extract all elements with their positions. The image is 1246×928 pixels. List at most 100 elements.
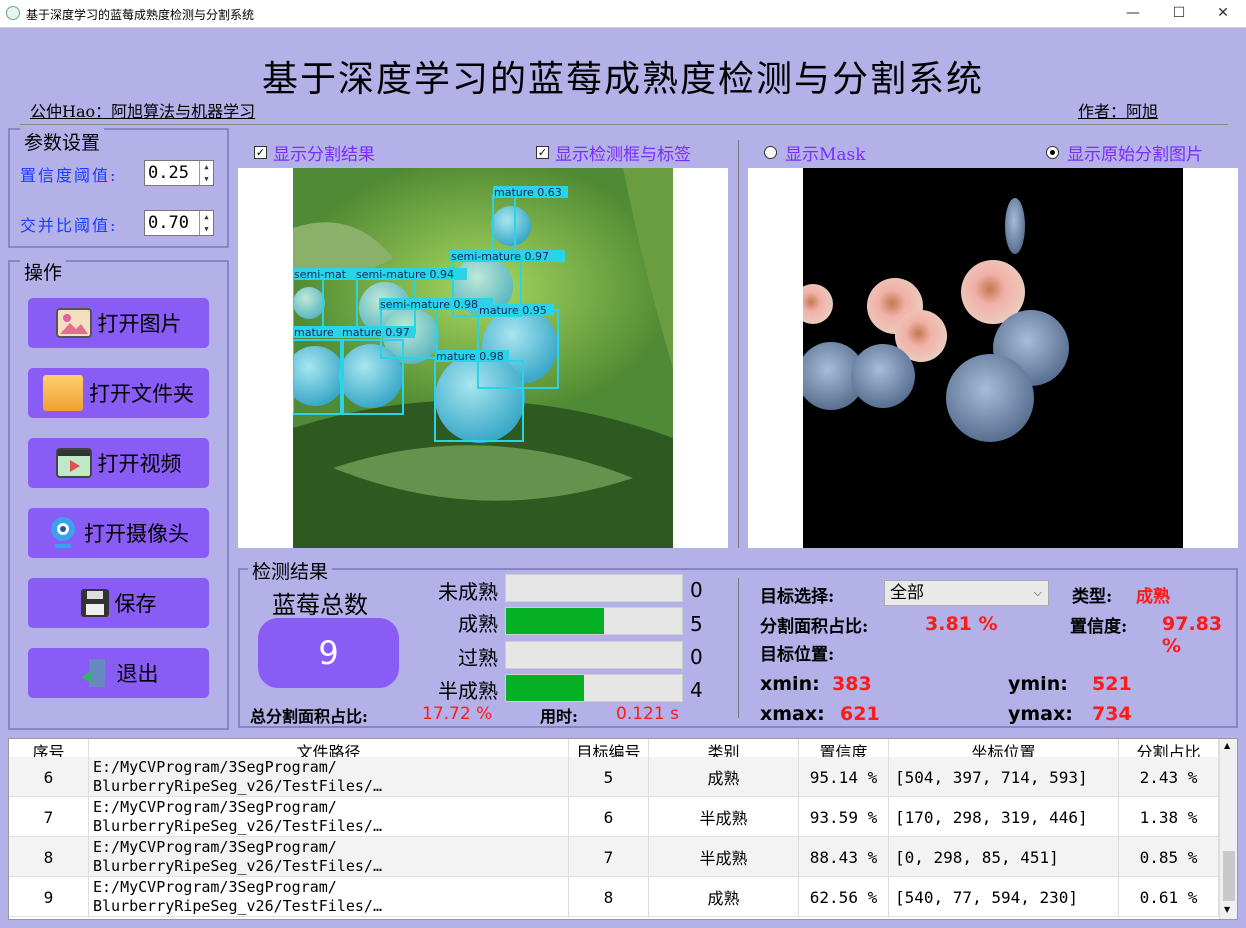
cell-confidence[interactable]: 62.56 % <box>799 877 889 917</box>
cell-index[interactable]: 6 <box>9 757 89 797</box>
open-video-label: 打开视频 <box>97 452 182 476</box>
bar-fill-ripe <box>506 608 604 634</box>
bar-overripe <box>505 641 683 669</box>
close-button[interactable]: ✕ <box>1200 0 1246 28</box>
cell-path[interactable]: E:/MyCVProgram/3SegProgram/ BlurberryRip… <box>89 877 569 917</box>
cell-coord[interactable]: [540, 77, 594, 230] <box>889 877 1119 917</box>
save-button[interactable]: 保存 <box>28 578 209 628</box>
position-label: 目标位置: <box>760 645 835 665</box>
cell-index[interactable]: 8 <box>9 837 89 877</box>
cell-target[interactable]: 6 <box>569 797 649 837</box>
ymax-value: 734 <box>1092 703 1132 725</box>
cell-target[interactable]: 7 <box>569 837 649 877</box>
cell-confidence[interactable]: 88.43 % <box>799 837 889 877</box>
bar-ripe <box>505 607 683 635</box>
spin-down-icon[interactable]: ▼ <box>200 223 213 235</box>
open-folder-button[interactable]: 打开文件夹 <box>28 368 209 418</box>
table-row[interactable]: 9 E:/MyCVProgram/3SegProgram/ BlurberryRi… <box>9 877 1219 917</box>
cell-confidence[interactable]: 95.14 % <box>799 757 889 797</box>
checkbox-checked-icon[interactable]: ✓ <box>536 146 549 159</box>
cell-ratio[interactable]: 0.61 % <box>1119 877 1219 917</box>
open-video-button[interactable]: 打开视频 <box>28 438 209 488</box>
cell-coord[interactable]: [170, 298, 319, 446] <box>889 797 1119 837</box>
open-camera-button[interactable]: 打开摄像头 <box>28 508 209 558</box>
table-scrollbar[interactable]: ▲ ▼ <box>1219 739 1237 919</box>
xmin-label: xmin: <box>760 673 820 695</box>
exit-icon <box>79 657 111 689</box>
cell-coord[interactable]: [504, 397, 714, 593] <box>889 757 1119 797</box>
cell-class[interactable]: 成熟 <box>649 757 799 797</box>
confidence-value: 0.25 <box>148 163 189 183</box>
cell-path[interactable]: E:/MyCVProgram/3SegProgram/ BlurberryRip… <box>89 837 569 877</box>
table-row[interactable]: 7 E:/MyCVProgram/3SegProgram/ BlurberryRi… <box>9 797 1219 837</box>
cell-ratio[interactable]: 2.43 % <box>1119 757 1219 797</box>
confidence-spin-arrows[interactable]: ▲ ▼ <box>199 161 213 185</box>
minimize-button[interactable]: — <box>1110 0 1156 28</box>
spin-down-icon[interactable]: ▼ <box>200 173 213 185</box>
exit-button[interactable]: 退出 <box>28 648 209 698</box>
checkbox-checked-icon[interactable]: ✓ <box>254 146 267 159</box>
iou-value: 0.70 <box>148 213 189 233</box>
maximize-button[interactable]: ☐ <box>1156 0 1202 28</box>
cell-confidence[interactable]: 93.59 % <box>799 797 889 837</box>
cell-target[interactable]: 8 <box>569 877 649 917</box>
bar-count-unripe: 0 <box>690 578 703 602</box>
type-label: 类型: <box>1072 587 1113 607</box>
segmentation-image-panel <box>748 168 1238 548</box>
results-divider <box>738 578 739 718</box>
open-folder-label: 打开文件夹 <box>89 382 194 406</box>
detection-label: semi-mat <box>294 268 347 281</box>
show-orig-seg-radio[interactable]: 显示原始分割图片 <box>1046 140 1203 165</box>
scroll-down-icon[interactable]: ▼ <box>1224 905 1230 914</box>
iou-spinbox[interactable]: 0.70 ▲ ▼ <box>144 210 214 236</box>
header-divider <box>20 124 1228 125</box>
save-icon <box>80 589 109 617</box>
bar-label-unripe: 未成熟 <box>438 580 498 604</box>
detection-label: mature 0.97 <box>342 326 410 339</box>
cell-index[interactable]: 7 <box>9 797 89 837</box>
scrollbar-thumb[interactable] <box>1223 851 1235 901</box>
cell-ratio[interactable]: 0.85 % <box>1119 837 1219 877</box>
confidence-spinbox[interactable]: 0.25 ▲ ▼ <box>144 160 214 186</box>
bar-unripe <box>505 574 683 602</box>
show-seg-checkbox[interactable]: ✓ 显示分割结果 <box>254 140 375 165</box>
cell-target[interactable]: 5 <box>569 757 649 797</box>
cell-path[interactable]: E:/MyCVProgram/3SegProgram/ BlurberryRip… <box>89 797 569 837</box>
cell-class[interactable]: 成熟 <box>649 877 799 917</box>
cell-class[interactable]: 半成熟 <box>649 837 799 877</box>
ymin-value: 521 <box>1092 673 1132 695</box>
show-boxes-checkbox[interactable]: ✓ 显示检测框与标签 <box>536 140 691 165</box>
params-group-title: 参数设置 <box>20 128 105 155</box>
table-row[interactable]: 6 E:/MyCVProgram/3SegProgram/ BlurberryRi… <box>9 757 1219 797</box>
radio-checked-icon[interactable] <box>1046 146 1059 159</box>
confidence-result-label: 置信度: <box>1070 617 1128 637</box>
bar-count-semiripe: 4 <box>690 678 703 702</box>
show-boxes-label: 显示检测框与标签 <box>555 145 691 165</box>
window-title: 基于深度学习的蓝莓成熟度检测与分割系统 <box>26 8 255 22</box>
open-image-button[interactable]: 打开图片 <box>28 298 209 348</box>
results-table[interactable]: 序号 文件路径 目标编号 类别 置信度 坐标位置 分割占比 6 E:/MyCVPr… <box>8 738 1238 920</box>
results-group-title: 检测结果 <box>248 557 333 584</box>
cell-ratio[interactable]: 1.38 % <box>1119 797 1219 837</box>
spin-up-icon[interactable]: ▲ <box>200 161 213 173</box>
chevron-down-icon[interactable]: ⌵ <box>1034 581 1042 605</box>
target-select[interactable]: 全部 ⌵ <box>884 580 1049 606</box>
radio-unchecked-icon[interactable] <box>764 146 777 159</box>
spin-up-icon[interactable]: ▲ <box>200 211 213 223</box>
type-value: 成熟 <box>1136 587 1170 607</box>
show-mask-radio[interactable]: 显示Mask <box>764 140 866 165</box>
bar-count-ripe: 5 <box>690 612 703 636</box>
panel-divider <box>738 140 739 548</box>
target-select-label: 目标选择: <box>760 587 835 607</box>
cell-coord[interactable]: [0, 298, 85, 451] <box>889 837 1119 877</box>
xmin-value: 383 <box>832 673 872 695</box>
table-row[interactable]: 8 E:/MyCVProgram/3SegProgram/ BlurberryRi… <box>9 837 1219 877</box>
cell-class[interactable]: 半成熟 <box>649 797 799 837</box>
iou-spin-arrows[interactable]: ▲ ▼ <box>199 211 213 235</box>
detection-label: semi-mature 0.97 <box>451 250 549 263</box>
cell-index[interactable]: 9 <box>9 877 89 917</box>
page-title: 基于深度学习的蓝莓成熟度检测与分割系统 <box>261 59 984 100</box>
scroll-up-icon[interactable]: ▲ <box>1224 741 1230 750</box>
cell-path[interactable]: E:/MyCVProgram/3SegProgram/ BlurberryRip… <box>89 757 569 797</box>
operations-group-title: 操作 <box>20 258 67 285</box>
